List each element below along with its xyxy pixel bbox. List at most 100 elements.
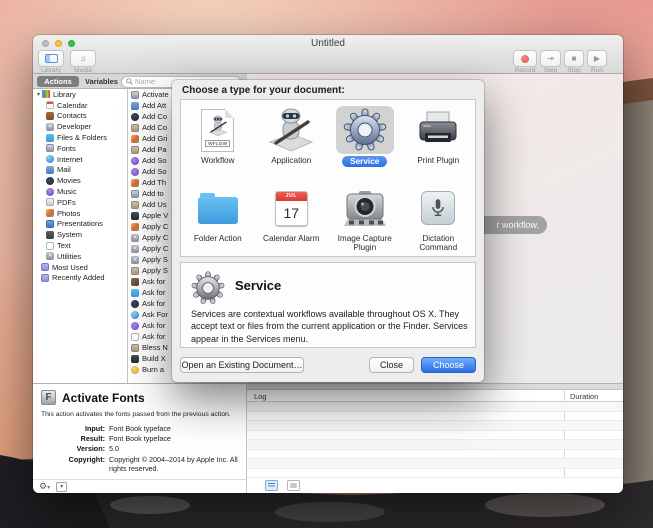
list-view-icon[interactable]: [265, 479, 278, 491]
sidebar-item-label: Internet: [57, 154, 83, 164]
sidebar-item-contacts[interactable]: Contacts: [33, 111, 127, 122]
sidebar-item-photos[interactable]: Photos: [33, 208, 127, 219]
record-icon: [521, 54, 529, 63]
movies-icon: [131, 299, 139, 308]
sidebar-item-mail[interactable]: Mail: [33, 165, 127, 176]
sidebar-item-developer[interactable]: Developer: [33, 121, 127, 132]
media-button[interactable]: ♫: [70, 50, 96, 67]
sidebar-item-files-folders[interactable]: Files & Folders: [33, 132, 127, 143]
stop-icon: ■: [571, 53, 577, 63]
action-info-summary: This action activates the fonts passed f…: [41, 411, 231, 418]
disclosure-button-icon[interactable]: ▾: [56, 481, 68, 492]
open-existing-document-button[interactable]: Open an Existing Document…: [180, 357, 304, 373]
type-folder-action[interactable]: Folder Action: [181, 178, 255, 256]
stop-button[interactable]: ■: [564, 50, 584, 67]
action-label: Add Pa: [142, 145, 167, 154]
sidebar-item-text[interactable]: Text: [33, 240, 127, 251]
sidebar-item-label: Photos: [57, 208, 81, 218]
type-print-plugin[interactable]: Print Plugin: [402, 100, 476, 178]
text-doc-icon: [46, 241, 54, 250]
action-label: Ask For: [142, 310, 168, 319]
sidebar-item-recently-added[interactable]: Recently Added: [33, 273, 127, 284]
movies-icon: [46, 176, 54, 185]
field-value: 5.0: [109, 444, 119, 454]
record-button[interactable]: [513, 50, 537, 67]
tab-actions[interactable]: Actions: [37, 76, 79, 87]
field-value: Font Book typeface: [109, 434, 171, 444]
action-label: Ask for: [142, 277, 166, 286]
calendar-alarm-icon: JUL 17: [274, 190, 308, 226]
mail-icon: [46, 165, 54, 174]
type-dictation-command[interactable]: Dictation Command: [402, 178, 476, 256]
sidebar-item-fonts[interactable]: Fonts: [33, 143, 127, 154]
type-application[interactable]: Application: [255, 100, 329, 178]
search-icon: [126, 78, 133, 85]
description-pane-footer: ⚙▾ ▾: [33, 479, 246, 493]
sidebar-item-music[interactable]: Music: [33, 186, 127, 197]
action-label: Add to: [142, 189, 164, 198]
action-label: Add Us: [142, 200, 167, 209]
music-icon: [131, 156, 139, 165]
run-icon: ▶: [593, 53, 601, 63]
action-label: Bless N: [142, 343, 168, 352]
close-button[interactable]: Close: [369, 357, 414, 373]
log-row: [247, 440, 623, 450]
type-service[interactable]: Service: [328, 100, 402, 178]
desktop: Untitled Library ♫ Media Record ⇥ Step ■…: [0, 0, 653, 528]
folder-icon: [131, 288, 139, 297]
field-value: Copyright © 2004–2014 by Apple Inc. All …: [109, 454, 238, 474]
printer-icon: [419, 111, 457, 142]
tab-variables[interactable]: Variables: [85, 76, 118, 87]
utilities-icon: [131, 244, 139, 253]
type-label: Workflow: [200, 156, 235, 165]
font-book-icon: [131, 189, 139, 198]
photos-icon: [131, 134, 139, 143]
type-workflow[interactable]: WFLOW Workflow: [181, 100, 255, 178]
photos-icon: [46, 209, 54, 218]
sidebar-item-pdfs[interactable]: PDFs: [33, 197, 127, 208]
type-label: Dictation Command: [419, 234, 458, 253]
stack-view-icon[interactable]: [287, 479, 300, 491]
sidebar-item-library[interactable]: ▾ Library: [33, 89, 127, 100]
workflow-document-icon: WFLOW: [201, 108, 235, 152]
type-image-capture-plugin[interactable]: Image Capture Plugin: [328, 178, 402, 256]
system-icon: [46, 230, 54, 239]
library-button[interactable]: [38, 50, 64, 67]
library-button-label: Library: [41, 67, 61, 74]
disclosure-triangle-icon[interactable]: ▾: [35, 91, 42, 98]
sidebar-item-calendar[interactable]: Calendar: [33, 100, 127, 111]
sidebar-item-most-used[interactable]: Most Used: [33, 262, 127, 273]
action-label: Build X: [142, 354, 166, 363]
step-button-label: Step: [543, 67, 558, 74]
window-chrome: Untitled Library ♫ Media Record ⇥ Step ■…: [33, 35, 623, 74]
choose-button[interactable]: Choose: [421, 357, 476, 373]
run-button[interactable]: ▶: [587, 50, 607, 67]
sidebar-item-label: Mail: [57, 165, 71, 175]
step-button[interactable]: ⇥: [540, 50, 561, 67]
action-label: Add Gri: [142, 134, 168, 143]
sidebar-item-utilities[interactable]: Utilities: [33, 251, 127, 262]
sidebar-item-label: Library: [53, 89, 76, 99]
stamp-icon: [131, 145, 139, 154]
sidebar-item-label: Developer: [57, 122, 92, 132]
type-calendar-alarm[interactable]: JUL 17 Calendar Alarm: [255, 178, 329, 256]
type-description-box: Service Services are contextual workflow…: [180, 262, 476, 348]
type-label: Folder Action: [193, 234, 242, 243]
log-pane: Log Duration: [247, 383, 623, 493]
burn-disc-icon: [131, 365, 139, 374]
sidebar-item-presentations[interactable]: Presentations: [33, 219, 127, 230]
smart-folder-icon: [41, 273, 49, 282]
sidebar-item-movies[interactable]: Movies: [33, 175, 127, 186]
pdf-icon: [46, 198, 54, 207]
stamp-icon: [131, 343, 139, 352]
sidebar-item-system[interactable]: System: [33, 229, 127, 240]
utilities-icon: [46, 252, 54, 261]
document-type-grid: WFLOW Workflow Application Service Print…: [180, 99, 476, 257]
calendar-month: JUL: [275, 191, 307, 201]
sidebar-item-internet[interactable]: Internet: [33, 154, 127, 165]
sidebar-item-label: Contacts: [57, 111, 87, 121]
log-row: [247, 402, 623, 412]
gear-menu-icon[interactable]: ⚙▾: [39, 481, 50, 493]
action-info-title: Activate Fonts: [62, 391, 145, 405]
sidebar-item-label: Calendar: [57, 100, 88, 110]
